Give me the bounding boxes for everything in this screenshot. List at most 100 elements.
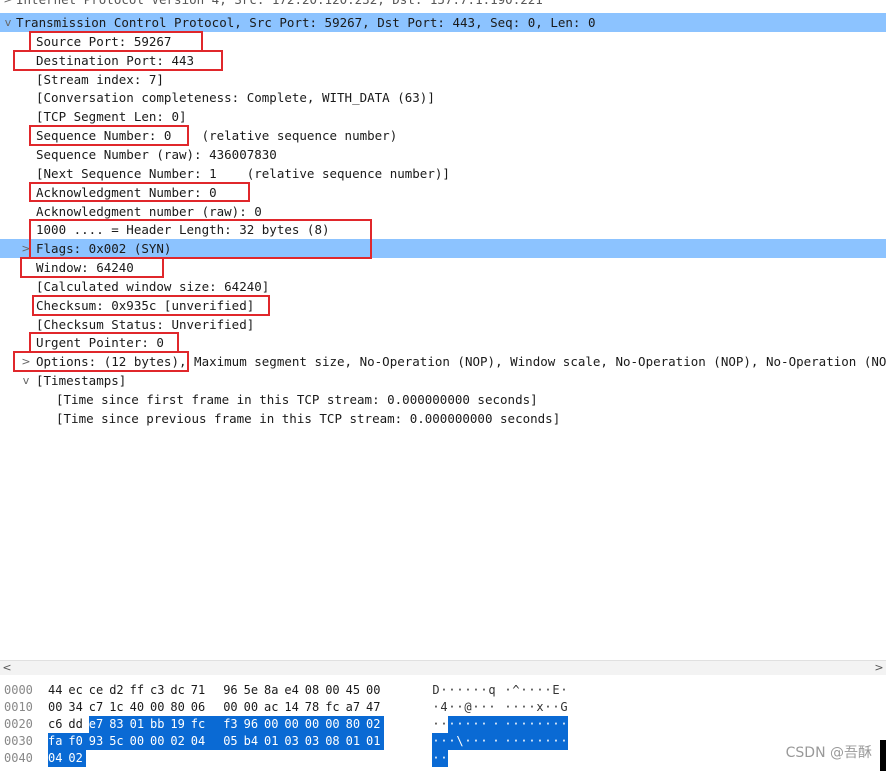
hex-byte[interactable]: 45 [346,682,364,699]
collapse-chevron-right-icon[interactable]: > [20,239,32,258]
ascii-char[interactable]: · [432,716,440,733]
ascii-char[interactable]: · [440,716,448,733]
hex-byte[interactable]: fa [48,733,69,750]
ascii-char[interactable]: G [560,699,568,716]
hex-byte[interactable]: 00 [366,682,384,699]
expand-chevron-down-icon[interactable]: v [20,371,32,390]
ascii-char[interactable]: \ [456,733,464,750]
hex-byte[interactable]: 00 [325,682,343,699]
hex-byte[interactable]: 02 [68,750,87,767]
ascii-char[interactable]: · [536,716,544,733]
ascii-char[interactable]: · [464,733,472,750]
packet-details-tree[interactable]: >Internet Protocol Version 4, Src: 172.2… [0,0,886,660]
tree-row[interactable]: [Checksum Status: Unverified] [0,315,886,334]
ascii-char[interactable]: · [504,699,512,716]
horizontal-scrollbar[interactable]: < > [0,660,886,675]
tree-row[interactable]: Acknowledgment number (raw): 0 [0,202,886,221]
ascii-char[interactable]: E [552,682,560,699]
hex-byte[interactable]: 80 [170,699,188,716]
hex-byte[interactable]: 03 [284,733,305,750]
hex-byte[interactable]: ac [264,699,282,716]
ascii-char[interactable]: · [504,716,512,733]
ascii-char[interactable]: · [448,682,456,699]
ascii-char[interactable]: · [480,716,488,733]
hex-byte[interactable]: 44 [48,682,66,699]
hex-byte[interactable]: 01 [366,733,384,750]
ascii-char[interactable]: · [552,716,560,733]
hex-byte[interactable]: dd [68,716,86,733]
hex-byte[interactable]: 5c [109,733,130,750]
ascii-char[interactable]: · [464,716,472,733]
hex-row[interactable]: 0010 00 34 c7 1c 40 00 80 06 00 00 ac 14 78 fc a7 47 · 4 · ·… [0,699,886,716]
hex-row[interactable]: 0040 04 02 · · [0,750,886,767]
hex-byte[interactable]: f0 [68,733,89,750]
scroll-right-arrow-icon[interactable]: > [872,661,886,675]
hex-byte[interactable]: c7 [89,699,107,716]
ascii-char[interactable]: · [552,699,560,716]
hex-byte[interactable]: 96 [243,716,264,733]
ascii-char[interactable]: · [432,699,440,716]
hex-byte[interactable]: b4 [243,733,264,750]
hex-byte[interactable]: 00 [150,733,171,750]
hex-byte[interactable]: ec [68,682,86,699]
hex-byte[interactable]: 93 [88,733,110,750]
ascii-char[interactable]: · [488,699,496,716]
ascii-char[interactable]: · [528,682,536,699]
hex-byte[interactable]: bb [150,716,171,733]
hex-byte[interactable]: 00 [284,716,305,733]
hex-byte[interactable]: 08 [325,733,346,750]
hex-byte[interactable]: 19 [170,716,191,733]
tree-row[interactable]: v Transmission Control Protocol, Src Port… [0,13,886,32]
tree-row[interactable]: Acknowledgment Number: 0 [0,183,886,202]
ascii-char[interactable]: · [472,733,480,750]
hex-byte[interactable]: fc [190,716,224,733]
ascii-char[interactable]: · [552,733,560,750]
hex-byte[interactable]: 00 [244,699,262,716]
tree-row[interactable]: 1000 .... = Header Length: 32 bytes (8) [0,220,886,239]
ascii-char[interactable]: · [456,699,464,716]
ascii-char[interactable]: · [440,682,448,699]
ascii-char[interactable]: · [448,699,456,716]
hex-byte[interactable]: 01 [129,716,150,733]
collapse-chevron-right-icon[interactable]: > [2,0,14,9]
ascii-char[interactable]: · [448,733,456,750]
hex-byte[interactable]: 02 [170,733,191,750]
ascii-char[interactable]: · [440,750,448,767]
tree-row[interactable]: [Time since first frame in this TCP stre… [0,390,886,409]
tree-row[interactable]: Sequence Number: 0 (relative sequence nu… [0,126,886,145]
ascii-char[interactable]: @ [464,699,472,716]
ascii-char[interactable]: · [544,699,552,716]
hex-byte[interactable]: 02 [366,716,384,733]
hex-byte[interactable]: c6 [48,716,66,733]
hex-byte[interactable]: ff [130,682,148,699]
tree-row[interactable]: [TCP Segment Len: 0] [0,107,886,126]
tree-row[interactable]: Checksum: 0x935c [unverified] [0,296,886,315]
hex-row[interactable]: 0000 44 ec ce d2 ff c3 dc 71 96 5e 8a e4 08 00 45 00 D · · ·… [0,682,886,699]
tree-row[interactable]: [Calculated window size: 64240] [0,277,886,296]
collapse-chevron-right-icon[interactable]: > [20,352,32,371]
ascii-char[interactable]: · [520,716,528,733]
hex-byte[interactable]: 5e [244,682,262,699]
ascii-char[interactable]: · [472,716,480,733]
ascii-char[interactable]: · [504,682,512,699]
ascii-char[interactable]: · [432,733,440,750]
hex-byte[interactable]: e4 [284,682,302,699]
tree-row[interactable]: Source Port: 59267 [0,32,886,51]
ascii-char[interactable]: · [432,750,440,767]
hex-byte[interactable]: c3 [150,682,168,699]
ascii-char[interactable]: · [544,682,552,699]
ascii-char[interactable]: · [504,733,512,750]
hex-row[interactable]: 0020 c6 dd e7 83 01 bb 19 fc f3 96 00 00 00 00 80 02 · · · ·… [0,716,886,733]
ascii-char[interactable]: · [528,733,536,750]
tree-row[interactable]: [Conversation completeness: Complete, WI… [0,88,886,107]
ascii-char[interactable]: · [520,733,528,750]
hex-byte[interactable]: 04 [48,750,69,767]
ascii-char[interactable]: · [440,733,448,750]
hex-byte[interactable]: 78 [305,699,323,716]
ascii-char[interactable]: · [448,716,456,733]
tree-row[interactable]: > Options: (12 bytes), Maximum segment si… [0,352,886,371]
tree-row[interactable]: Sequence Number (raw): 436007830 [0,145,886,164]
hex-byte[interactable]: 40 [130,699,148,716]
hex-byte[interactable]: 01 [345,733,366,750]
ascii-char[interactable]: · [528,699,536,716]
